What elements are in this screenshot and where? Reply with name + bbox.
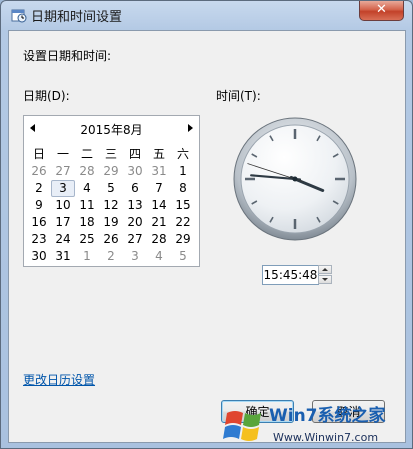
calendar-day[interactable]: 27 bbox=[123, 231, 147, 248]
weekday-label: 二 bbox=[80, 147, 93, 161]
calendar-day[interactable]: 26 bbox=[99, 231, 123, 248]
weekday-label: 四 bbox=[128, 147, 141, 161]
change-calendar-settings-link[interactable]: 更改日历设置 bbox=[23, 371, 95, 388]
calendar-day[interactable]: 16 bbox=[27, 214, 51, 231]
calendar-day[interactable]: 29 bbox=[99, 163, 123, 180]
calendar-day[interactable]: 14 bbox=[147, 197, 171, 214]
calendar-day[interactable]: 22 bbox=[171, 214, 195, 231]
calendar-week-row: 26 27 28 29 30 31 1 bbox=[27, 163, 195, 180]
dialog-window: 日期和时间设置 ✕ 设置日期和时间: 日期(D): 时间(T): 2015年8月… bbox=[0, 0, 413, 449]
calendar-day[interactable]: 19 bbox=[99, 214, 123, 231]
calendar-grid: 日一二三四五六 26 27 28 29 30 31 1 2 3 4 5 6 7 8 9 10 11 12 13 14 15… bbox=[27, 146, 195, 265]
calendar-day[interactable]: 31 bbox=[147, 163, 171, 180]
calendar-day[interactable]: 20 bbox=[123, 214, 147, 231]
weekday-label: 日 bbox=[32, 147, 45, 161]
calendar-week-row: 23 24 25 26 27 28 29 bbox=[27, 231, 195, 248]
calendar-day[interactable]: 2 bbox=[99, 248, 123, 265]
calendar-day[interactable]: 13 bbox=[123, 197, 147, 214]
dialog-body: 设置日期和时间: 日期(D): 时间(T): 2015年8月 日一二三四五六 26… bbox=[8, 30, 406, 443]
watermark-url: Www.Winwin7.com bbox=[273, 431, 378, 444]
calendar-day[interactable]: 31 bbox=[51, 248, 75, 265]
calendar-week-row: 30 31 1 2 3 4 5 bbox=[27, 248, 195, 265]
calendar-day[interactable]: 21 bbox=[147, 214, 171, 231]
calendar-day[interactable]: 4 bbox=[147, 248, 171, 265]
date-time-app-icon bbox=[11, 9, 27, 23]
calendar-day[interactable]: 17 bbox=[51, 214, 75, 231]
watermark-logo: Win7系统之家 Www.Winwin7.com bbox=[223, 405, 386, 444]
close-icon: ✕ bbox=[376, 2, 387, 17]
calendar-day[interactable]: 18 bbox=[75, 214, 99, 231]
calendar-day[interactable]: 7 bbox=[147, 180, 171, 197]
calendar-day[interactable]: 9 bbox=[27, 197, 51, 214]
calendar-day[interactable]: 5 bbox=[99, 180, 123, 197]
calendar-day[interactable]: 12 bbox=[99, 197, 123, 214]
weekday-label: 三 bbox=[104, 147, 117, 161]
time-label: 时间(T): bbox=[216, 89, 261, 103]
time-input[interactable]: 15:45:48 bbox=[262, 265, 319, 285]
calendar-day[interactable]: 3 bbox=[123, 248, 147, 265]
calendar-day[interactable]: 29 bbox=[171, 231, 195, 248]
calendar-day[interactable]: 28 bbox=[147, 231, 171, 248]
calendar-day[interactable]: 10 bbox=[51, 197, 75, 214]
calendar-day[interactable]: 2 bbox=[27, 180, 51, 197]
date-label: 日期(D): bbox=[23, 89, 70, 103]
calendar-day[interactable]: 15 bbox=[171, 197, 195, 214]
analog-clock bbox=[233, 117, 357, 241]
calendar-day[interactable]: 5 bbox=[171, 248, 195, 265]
section-heading: 设置日期和时间: bbox=[23, 49, 112, 63]
calendar-day[interactable]: 6 bbox=[123, 180, 147, 197]
spin-up-icon bbox=[322, 268, 328, 271]
calendar-day-selected[interactable]: 3 bbox=[51, 180, 75, 197]
calendar: 2015年8月 日一二三四五六 26 27 28 29 30 31 1 2 3 4 5 6 7 8 9 10 11… bbox=[23, 115, 200, 267]
spin-down-button[interactable] bbox=[318, 275, 332, 284]
calendar-day[interactable]: 11 bbox=[75, 197, 99, 214]
calendar-week-row: 2345678 bbox=[27, 180, 195, 197]
spin-down-icon bbox=[322, 278, 328, 281]
calendar-month-title[interactable]: 2015年8月 bbox=[24, 121, 199, 138]
watermark-brand: Win7系统之家 bbox=[269, 405, 386, 426]
title-bar[interactable]: 日期和时间设置 ✕ bbox=[1, 1, 412, 29]
spin-up-button[interactable] bbox=[318, 265, 332, 274]
calendar-day[interactable]: 28 bbox=[75, 163, 99, 180]
next-month-icon[interactable] bbox=[188, 124, 193, 132]
calendar-week-row: 16 17 18 19 20 21 22 bbox=[27, 214, 195, 231]
calendar-day[interactable]: 30 bbox=[27, 248, 51, 265]
calendar-day[interactable]: 25 bbox=[75, 231, 99, 248]
window-title: 日期和时间设置 bbox=[31, 10, 123, 25]
calendar-day[interactable]: 4 bbox=[75, 180, 99, 197]
calendar-day[interactable]: 8 bbox=[171, 180, 195, 197]
calendar-day[interactable]: 24 bbox=[51, 231, 75, 248]
calendar-day[interactable]: 30 bbox=[123, 163, 147, 180]
close-button[interactable]: ✕ bbox=[359, 1, 404, 21]
calendar-header: 2015年8月 bbox=[24, 118, 199, 140]
weekday-label: 六 bbox=[176, 147, 189, 161]
calendar-week-row: 9 10 11 12 13 14 15 bbox=[27, 197, 195, 214]
time-spinner[interactable] bbox=[318, 265, 332, 285]
weekday-label: 五 bbox=[152, 147, 165, 161]
calendar-day[interactable]: 27 bbox=[51, 163, 75, 180]
clock-center bbox=[292, 176, 298, 182]
windows-flag-icon bbox=[223, 411, 261, 441]
calendar-day[interactable]: 1 bbox=[171, 163, 195, 180]
calendar-day[interactable]: 23 bbox=[27, 231, 51, 248]
weekday-label: 一 bbox=[56, 147, 69, 161]
calendar-day[interactable]: 1 bbox=[75, 248, 99, 265]
weekday-header-row: 日一二三四五六 bbox=[27, 146, 195, 163]
calendar-day[interactable]: 26 bbox=[27, 163, 51, 180]
